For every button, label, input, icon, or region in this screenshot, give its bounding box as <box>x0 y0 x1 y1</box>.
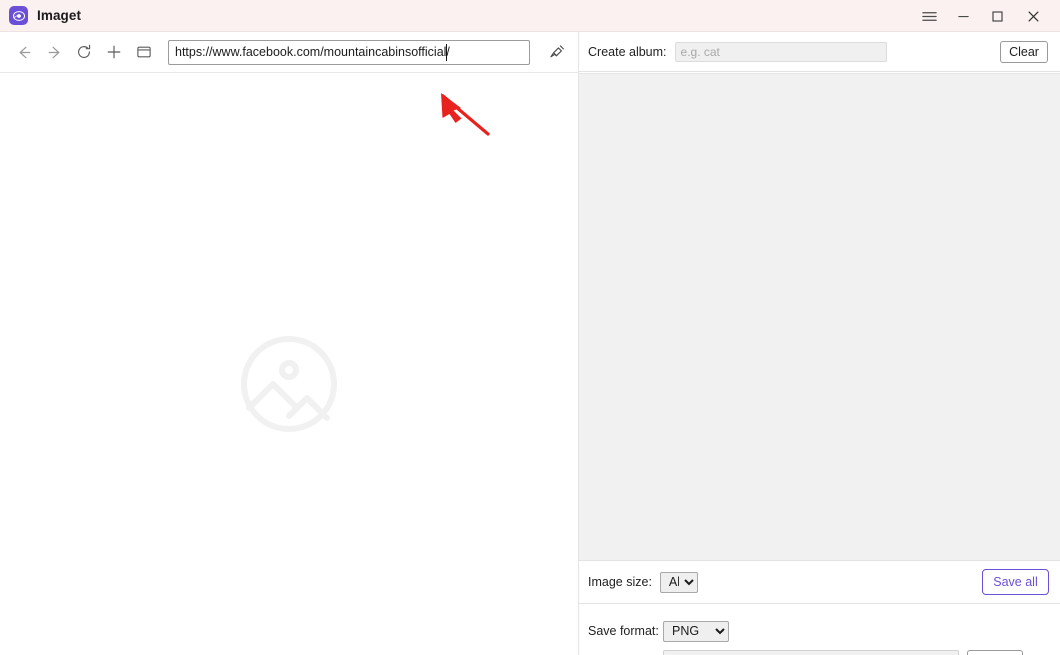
results-pane: Create album: Clear Image size: All Save… <box>579 32 1060 655</box>
url-bar[interactable] <box>168 39 530 65</box>
image-size-select[interactable]: All <box>659 571 698 593</box>
hamburger-menu-icon[interactable] <box>912 0 946 32</box>
title-bar: Imaget <box>0 0 1060 32</box>
image-results-area[interactable] <box>579 73 1060 560</box>
change-location-button[interactable]: Change <box>967 650 1023 655</box>
image-size-bar: Image size: All Save all <box>579 560 1060 604</box>
app-logo-icon <box>9 6 28 25</box>
file-location-input[interactable] <box>663 650 959 655</box>
maximize-icon[interactable] <box>980 0 1014 32</box>
arrow-left-icon[interactable] <box>9 37 39 67</box>
create-album-bar: Create album: Clear <box>579 32 1060 72</box>
app-title: Imaget <box>37 8 82 23</box>
plus-icon[interactable] <box>99 37 129 67</box>
broom-icon[interactable] <box>540 37 574 67</box>
save-format-row: Save format: PNG <box>579 618 1060 644</box>
save-all-button[interactable]: Save all <box>982 569 1049 595</box>
browser-toolbar <box>0 32 578 73</box>
arrow-right-icon[interactable] <box>39 37 69 67</box>
reload-icon[interactable] <box>69 37 99 67</box>
image-placeholder-icon <box>237 332 341 436</box>
text-cursor <box>446 43 447 61</box>
window-tabs-icon[interactable] <box>129 37 159 67</box>
save-format-label: Save format: <box>588 624 659 638</box>
imaget-app-window: Imaget https://www.facebook.com/mountain… <box>0 0 1060 655</box>
create-album-input[interactable] <box>674 41 887 62</box>
minimize-icon[interactable] <box>946 0 980 32</box>
clear-button[interactable]: Clear <box>1000 40 1048 63</box>
close-icon[interactable] <box>1014 0 1060 32</box>
save-format-select[interactable]: PNG <box>663 620 729 642</box>
window-controls <box>912 0 1060 32</box>
url-input[interactable] <box>168 39 530 65</box>
folder-open-icon[interactable] <box>1032 651 1052 655</box>
image-size-label: Image size: <box>588 575 652 589</box>
create-album-label: Create album: <box>588 44 667 59</box>
browser-content-area <box>0 73 578 655</box>
file-location-row: File location: Change <box>579 648 1060 655</box>
browser-pane <box>0 32 578 655</box>
